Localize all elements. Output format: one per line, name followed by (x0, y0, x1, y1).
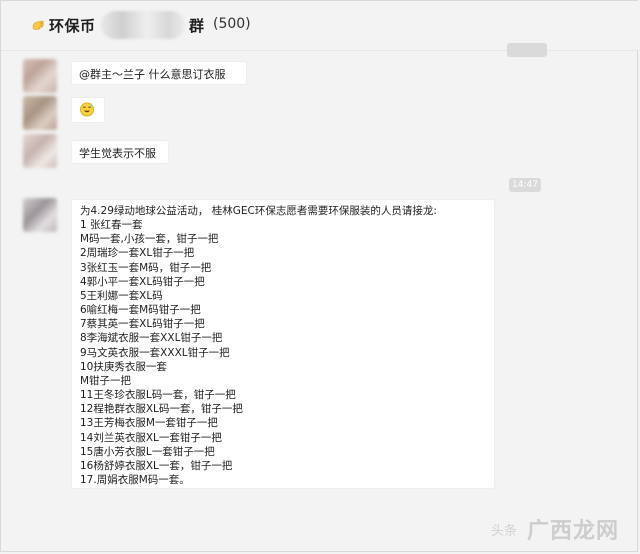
notice-line: 14刘兰英衣服XL一套钳子一把 (80, 431, 222, 444)
notice-line: 10扶庚秀衣服一套 (80, 360, 167, 373)
notice-line: 5王利娜一套XL码 (80, 289, 163, 302)
notice-line: 8李海斌衣服一套XXL钳子一把 (80, 332, 223, 345)
avatar[interactable] (23, 198, 57, 232)
notice-line: 17.周娟衣服M码一套。 (80, 473, 190, 486)
timestamp: 14:47 (509, 178, 541, 192)
group-title: 环保币 (49, 17, 96, 35)
notice-line: 16杨舒婷衣服XL一套，钳子一把 (80, 459, 233, 472)
notice-line: M码一套,小孩一套，钳子一把 (80, 233, 219, 246)
notice-line: 15唐小芳衣服L一套钳子一把 (80, 445, 215, 458)
signup-notice-bubble[interactable]: 为4.29绿动地球公益活动， 桂林GEC环保志愿者需要环保服装的人员请接龙: 1… (71, 199, 495, 489)
avatar[interactable] (23, 134, 57, 168)
notice-line: M钳子一把 (80, 374, 132, 387)
notice-line: 4郭小平一套XL码钳子一把 (80, 275, 205, 288)
notice-line: 9马文英衣服一套XXXL钳子一把 (80, 346, 230, 359)
chat-window: 环保币 群 (500) @群主～兰子 什么意思订衣服 学生觉表示不服 14:47… (0, 0, 639, 552)
notice-line: 13王芳梅衣服M一套钳子一把 (80, 417, 218, 430)
notice-line: 12程艳群衣服XL码一套，钳子一把 (80, 403, 243, 416)
timestamp-pill (507, 43, 547, 57)
message-text: 学生觉表示不服 (79, 147, 156, 160)
avatar[interactable] (23, 96, 57, 130)
message-text: @群主～兰子 什么意思订衣服 (79, 68, 226, 81)
notice-line: 7蔡其英一套XL码钳子一把 (80, 318, 205, 331)
sweat-smile-emoji-icon (80, 102, 94, 117)
message-bubble[interactable]: 学生觉表示不服 (71, 140, 169, 164)
notice-line: 2周瑞珍一套XL钳子一把 (80, 247, 195, 260)
hand-emoji-icon (32, 20, 44, 30)
message-bubble[interactable]: @群主～兰子 什么意思订衣服 (71, 61, 247, 85)
watermark: 广西龙网 (526, 519, 619, 544)
notice-line: 6喻红梅一套M码钳子一把 (80, 304, 201, 317)
group-title-suffix: 群 (189, 17, 205, 35)
avatar[interactable] (23, 59, 57, 93)
notice-line: 1 张红春一套 (80, 219, 143, 232)
notice-line: 11王冬珍衣服L码一套，钳子一把 (80, 389, 236, 402)
notice-line: 3张红玉一套M码，钳子一把 (80, 261, 212, 274)
member-count: (500) (213, 16, 251, 32)
redacted-group-name (101, 11, 185, 39)
notice-line: 为4.29绿动地球公益活动， 桂林GEC环保志愿者需要环保服装的人员请接龙: (80, 205, 437, 217)
watermark-sub: 头条 (490, 524, 517, 539)
